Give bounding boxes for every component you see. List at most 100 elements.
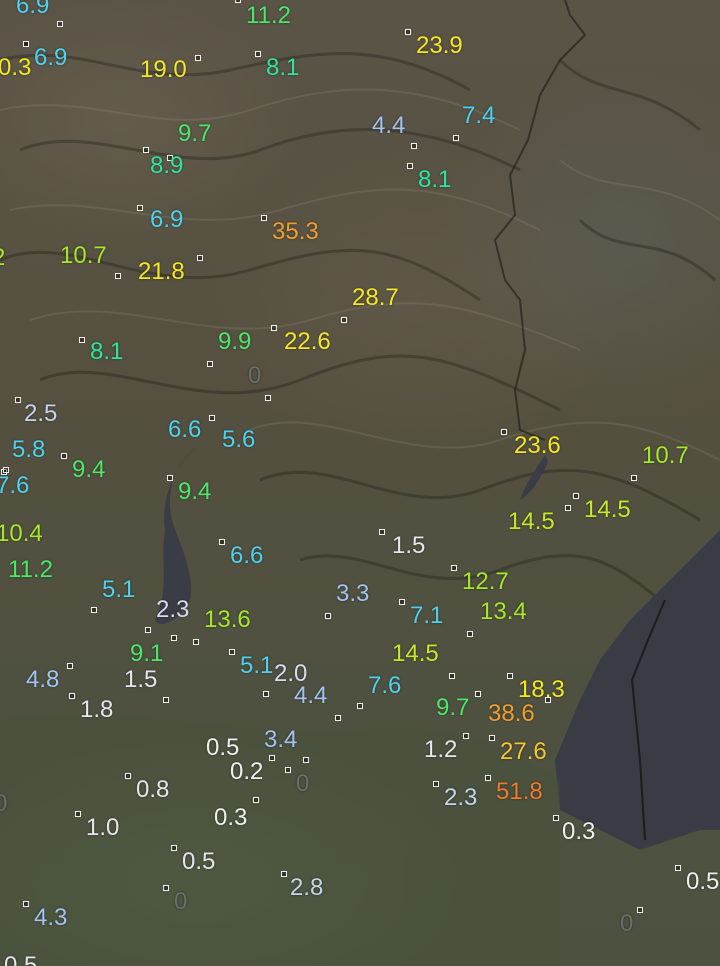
precipitation-value-label: 9.9: [218, 328, 252, 355]
station-marker[interactable]: [269, 755, 275, 761]
precipitation-value-label: 4.4: [294, 682, 328, 709]
station-marker[interactable]: [57, 21, 63, 27]
precipitation-value-label: 1.2: [424, 736, 458, 763]
station-marker[interactable]: [335, 715, 341, 721]
station-marker[interactable]: [357, 703, 363, 709]
station-marker[interactable]: [115, 273, 121, 279]
station-marker[interactable]: [341, 317, 347, 323]
precipitation-value-label: 2.8: [290, 874, 324, 901]
precipitation-value-label: 6.9: [16, 0, 50, 19]
station-marker[interactable]: [229, 649, 235, 655]
station-marker[interactable]: [61, 453, 67, 459]
precipitation-value-label: 3.3: [336, 580, 370, 607]
station-marker[interactable]: [235, 0, 241, 3]
station-marker[interactable]: [485, 775, 491, 781]
station-marker[interactable]: [405, 29, 411, 35]
precipitation-value-label: 0.5: [686, 868, 720, 895]
precipitation-value-label: 6.9: [150, 206, 184, 233]
station-marker[interactable]: [325, 613, 331, 619]
station-marker[interactable]: [75, 811, 81, 817]
station-marker[interactable]: [271, 325, 277, 331]
station-marker[interactable]: [573, 493, 579, 499]
precipitation-value-label: 27.6: [500, 738, 547, 765]
station-marker[interactable]: [565, 505, 571, 511]
station-marker[interactable]: [507, 673, 513, 679]
precipitation-value-label: 10.7: [60, 242, 107, 269]
station-marker[interactable]: [407, 163, 413, 169]
station-marker[interactable]: [171, 845, 177, 851]
precipitation-value-label: 7.6: [368, 672, 402, 699]
precipitation-value-label: 14.5: [584, 496, 631, 523]
station-marker[interactable]: [197, 255, 203, 261]
station-marker[interactable]: [285, 767, 291, 773]
station-marker[interactable]: [167, 475, 173, 481]
station-marker[interactable]: [281, 871, 287, 877]
station-marker[interactable]: [255, 51, 261, 57]
precipitation-value-label: 14.5: [392, 640, 439, 667]
precipitation-value-label: 4.8: [26, 666, 60, 693]
station-marker[interactable]: [463, 733, 469, 739]
station-marker[interactable]: [145, 627, 151, 633]
station-marker[interactable]: [91, 607, 97, 613]
station-marker[interactable]: [379, 529, 385, 535]
station-marker[interactable]: [163, 697, 169, 703]
station-marker[interactable]: [433, 781, 439, 787]
station-marker[interactable]: [675, 865, 681, 871]
precipitation-value-label: 18.3: [518, 676, 565, 703]
station-marker[interactable]: [399, 599, 405, 605]
station-marker[interactable]: [265, 395, 271, 401]
precipitation-value-label: 8.1: [418, 166, 452, 193]
station-marker[interactable]: [23, 901, 29, 907]
precipitation-value-label: 5.1: [240, 652, 274, 679]
station-marker[interactable]: [501, 429, 507, 435]
precipitation-value-label: 8.1: [90, 338, 124, 365]
precipitation-value-label: 11.2: [8, 556, 53, 583]
station-marker[interactable]: [23, 41, 29, 47]
station-marker[interactable]: [171, 635, 177, 641]
station-marker[interactable]: [219, 539, 225, 545]
station-marker[interactable]: [303, 757, 309, 763]
station-marker[interactable]: [261, 215, 267, 221]
precipitation-value-label: 9.1: [130, 640, 164, 667]
station-marker[interactable]: [631, 475, 637, 481]
station-marker[interactable]: [451, 565, 457, 571]
station-marker[interactable]: [253, 797, 259, 803]
station-marker[interactable]: [79, 337, 85, 343]
precipitation-value-label: 23.9: [416, 32, 463, 59]
station-marker[interactable]: [163, 885, 169, 891]
station-marker[interactable]: [411, 143, 417, 149]
precipitation-value-label: 0.5: [182, 848, 216, 875]
precipitation-value-label: 0.8: [136, 776, 170, 803]
station-marker[interactable]: [475, 691, 481, 697]
station-marker[interactable]: [449, 673, 455, 679]
station-marker[interactable]: [137, 205, 143, 211]
station-marker[interactable]: [125, 773, 131, 779]
station-marker[interactable]: [15, 397, 21, 403]
station-marker[interactable]: [67, 663, 73, 669]
station-marker[interactable]: [453, 135, 459, 141]
precipitation-value-label: 0: [174, 888, 188, 915]
station-marker[interactable]: [553, 815, 559, 821]
station-marker[interactable]: [195, 55, 201, 61]
precipitation-value-label: 0.3: [562, 818, 596, 845]
station-marker[interactable]: [209, 415, 215, 421]
precipitation-value-label: 4.3: [34, 904, 68, 931]
station-marker[interactable]: [193, 639, 199, 645]
precipitation-value-label: 6.6: [230, 542, 264, 569]
precipitation-value-label: 1.0: [86, 814, 120, 841]
station-marker[interactable]: [207, 361, 213, 367]
precipitation-value-label: 2.3: [156, 596, 190, 623]
station-marker[interactable]: [69, 693, 75, 699]
precipitation-value-label: 35.3: [272, 218, 319, 245]
precipitation-value-label: 7.4: [462, 102, 496, 129]
station-marker[interactable]: [545, 697, 551, 703]
precipitation-value-label: 1.5: [124, 666, 158, 693]
station-marker[interactable]: [637, 907, 643, 913]
precipitation-value-label: 14.5: [508, 508, 555, 535]
station-marker[interactable]: [143, 147, 149, 153]
station-marker[interactable]: [263, 691, 269, 697]
station-marker[interactable]: [467, 631, 473, 637]
precipitation-map[interactable]: 6.9 11.2 23.9 0.3 6.9 19.0 8.1 4.4 7.4 9.7 8.9 8.1 6…: [0, 0, 720, 966]
station-marker[interactable]: [489, 735, 495, 741]
precipitation-value-label: 0: [620, 910, 634, 937]
